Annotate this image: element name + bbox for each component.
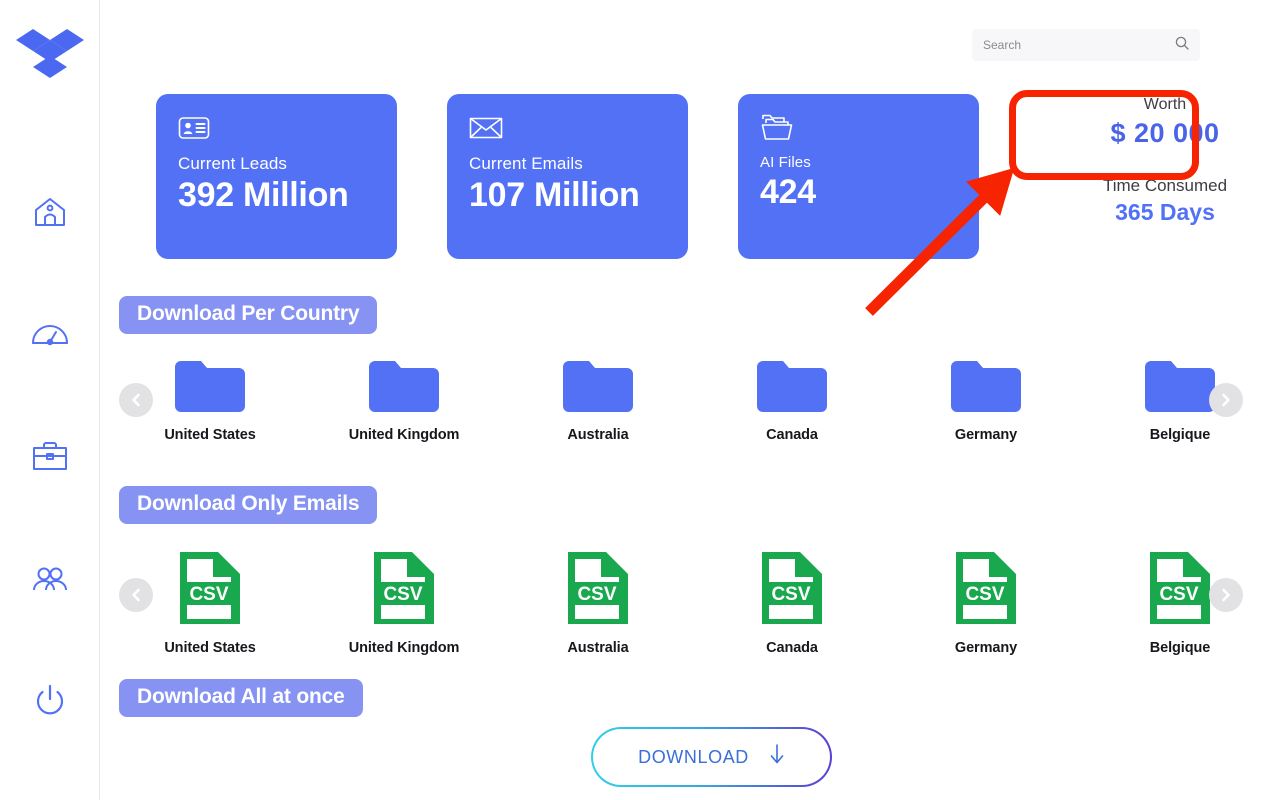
csv-carousel: CSV United States CSV United Kingdom CSV… (100, 550, 1280, 660)
id-card-icon (178, 112, 377, 144)
sidebar-item-logout[interactable] (24, 675, 76, 727)
folder-icon (560, 355, 636, 418)
csv-item-label: United Kingdom (348, 640, 460, 656)
stat-card-label: Current Emails (469, 154, 583, 173)
stat-card-label: AI Files (760, 154, 811, 171)
csv-item-label: Canada (766, 640, 818, 656)
folder-icon (760, 112, 959, 144)
sidebar-item-contacts[interactable] (24, 553, 76, 605)
stat-card-ai-files[interactable]: AI Files 424 (738, 94, 979, 259)
folder-icon (754, 355, 830, 418)
csv-file-icon: CSV (1148, 550, 1212, 631)
csv-file-icon: CSV (954, 550, 1018, 631)
search-icon[interactable] (1175, 36, 1189, 55)
folder-item[interactable]: Australia (528, 355, 668, 443)
svg-text:CSV: CSV (577, 584, 616, 605)
folder-icon (172, 355, 248, 418)
folder-item-label: United Kingdom (348, 427, 460, 443)
csv-item-label: Belgique (1149, 640, 1211, 656)
csv-item[interactable]: CSV Germany (916, 550, 1056, 656)
csv-item[interactable]: CSV United States (140, 550, 280, 656)
csv-items: CSV United States CSV United Kingdom CSV… (100, 550, 1280, 656)
svg-text:CSV: CSV (189, 584, 228, 605)
chevron-left-icon[interactable] (119, 578, 153, 612)
folder-item-label: United States (164, 427, 256, 443)
worth-label: Worth (1143, 96, 1187, 113)
download-per-country-label[interactable]: Download Per Country (119, 296, 378, 334)
dropbox-logo-icon[interactable] (15, 26, 84, 93)
stat-card-value: 392 Million (178, 176, 349, 214)
worth-value: $ 20 000 (1110, 118, 1220, 148)
csv-item-label: United States (164, 640, 256, 656)
csv-file-icon: CSV (760, 550, 824, 631)
folder-item-label: Belgique (1149, 427, 1211, 443)
folder-item-label: Canada (766, 427, 818, 443)
stat-card-label: Current Leads (178, 154, 288, 173)
stat-cards: Current Leads 392 Million Current Emails… (156, 94, 979, 259)
sidebar-nav (0, 93, 99, 800)
chevron-right-icon[interactable] (1209, 578, 1243, 612)
stat-card-value: 107 Million (469, 176, 640, 214)
folder-item[interactable]: United States (140, 355, 280, 443)
envelope-icon (469, 112, 668, 144)
download-button[interactable]: DOWNLOAD (591, 727, 832, 787)
csv-item[interactable]: CSV Australia (528, 550, 668, 656)
country-folder-carousel: United States United Kingdom Australia C… (100, 355, 1280, 465)
main-content: Current Leads 392 Million Current Emails… (100, 0, 1280, 800)
folder-item-label: Australia (567, 427, 629, 443)
folder-icon (948, 355, 1024, 418)
csv-file-icon: CSV (372, 550, 436, 631)
sidebar (0, 0, 100, 800)
folder-icon (366, 355, 442, 418)
csv-file-icon: CSV (178, 550, 242, 631)
csv-item-label: Australia (567, 640, 629, 656)
stat-card-value: 424 (760, 173, 816, 211)
download-button-label: DOWNLOAD (638, 746, 749, 767)
csv-item-label: Germany (954, 640, 1018, 656)
download-all-at-once-label[interactable]: Download All at once (119, 679, 363, 717)
dashboard-app: Current Leads 392 Million Current Emails… (0, 0, 1280, 800)
section-header-per-country: Download Per Country (119, 296, 378, 334)
chevron-right-icon[interactable] (1209, 383, 1243, 417)
svg-text:CSV: CSV (771, 584, 810, 605)
folder-icon (1142, 355, 1218, 418)
time-consumed-value: 365 Days (1115, 199, 1215, 225)
sidebar-item-business[interactable] (24, 430, 76, 482)
download-only-emails-label[interactable]: Download Only Emails (119, 486, 378, 524)
svg-text:CSV: CSV (1159, 584, 1198, 605)
folder-item[interactable]: Germany (916, 355, 1056, 443)
time-consumed-label: Time Consumed (1102, 176, 1228, 195)
search-bar[interactable] (972, 29, 1200, 61)
folder-item[interactable]: Canada (722, 355, 862, 443)
csv-file-icon: CSV (566, 550, 630, 631)
arrow-down-icon (769, 743, 785, 771)
svg-text:CSV: CSV (383, 584, 422, 605)
sidebar-item-home[interactable] (24, 186, 76, 238)
folder-item[interactable]: United Kingdom (334, 355, 474, 443)
svg-text:CSV: CSV (965, 584, 1004, 605)
worth-summary: Worth $ 20 000 Time Consumed 365 Days (1069, 96, 1261, 226)
country-folder-items: United States United Kingdom Australia C… (100, 355, 1280, 443)
stat-card-current-leads[interactable]: Current Leads 392 Million (156, 94, 397, 259)
download-button-inner: DOWNLOAD (593, 729, 830, 785)
csv-item[interactable]: CSV United Kingdom (334, 550, 474, 656)
csv-item[interactable]: CSV Canada (722, 550, 862, 656)
section-header-all-at-once: Download All at once (119, 679, 363, 717)
section-header-only-emails: Download Only Emails (119, 486, 378, 524)
stat-card-current-emails[interactable]: Current Emails 107 Million (447, 94, 688, 259)
chevron-left-icon[interactable] (119, 383, 153, 417)
search-input[interactable] (983, 38, 1175, 52)
sidebar-item-dashboard[interactable] (24, 308, 76, 360)
folder-item-label: Germany (954, 427, 1018, 443)
